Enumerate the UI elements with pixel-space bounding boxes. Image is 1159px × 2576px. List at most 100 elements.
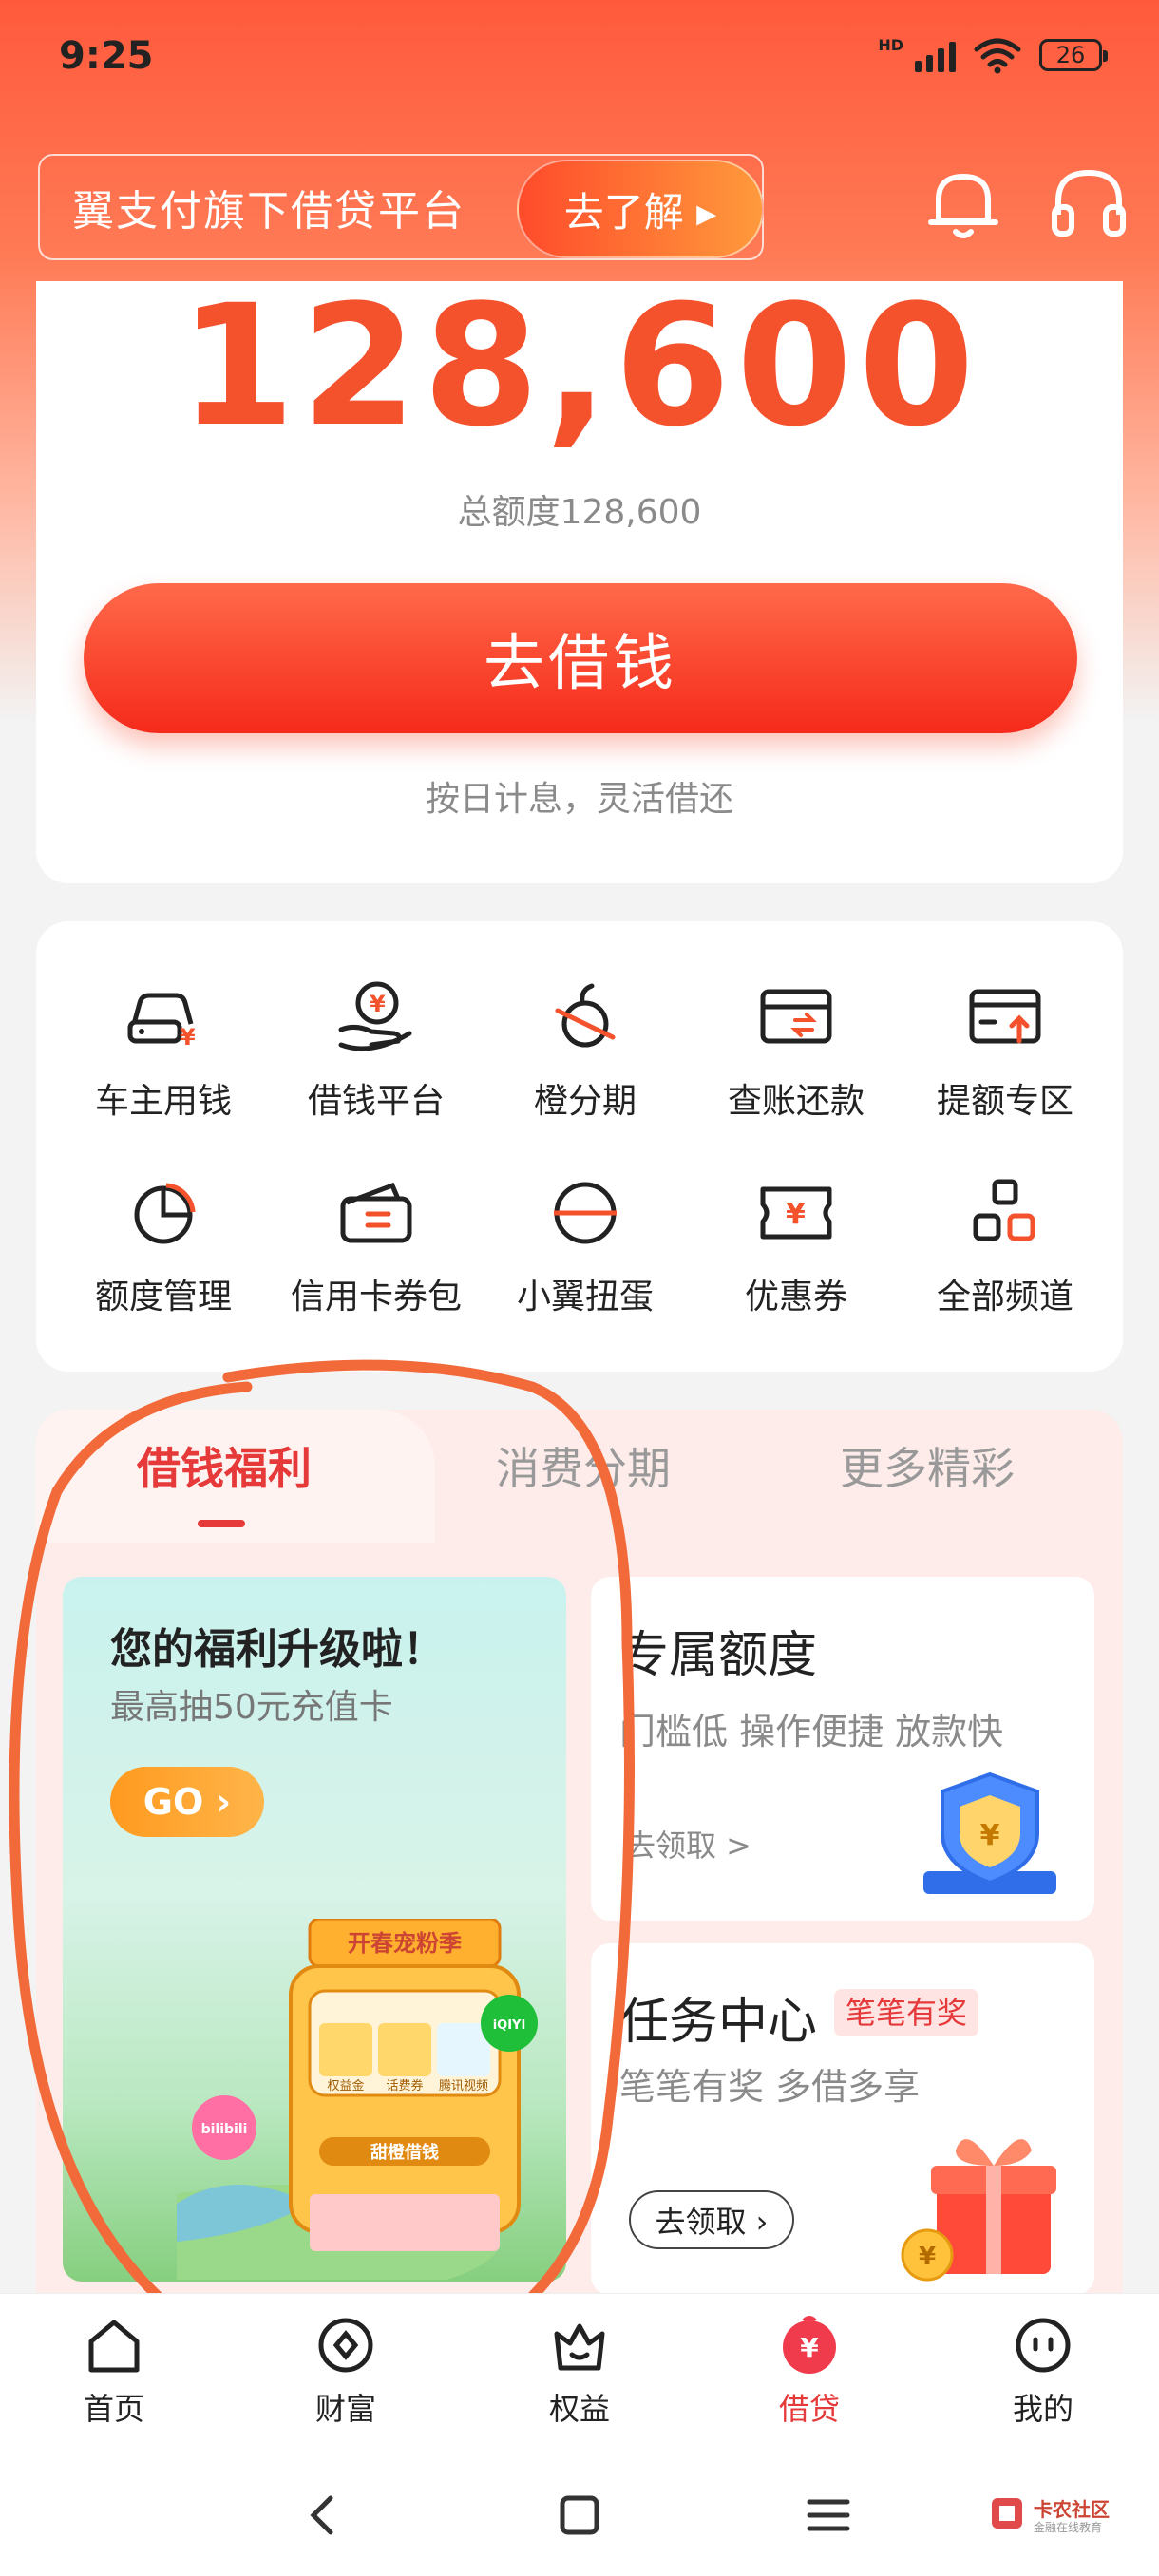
- service-label: 全部频道: [936, 1278, 1074, 1316]
- available-amount: 128,600: [179, 269, 980, 464]
- platform-promo-banner[interactable]: 翼支付旗下借贷平台 去了解 ▸: [38, 154, 764, 260]
- headset-icon[interactable]: [1045, 160, 1132, 247]
- car-money-icon: ¥: [127, 993, 196, 1051]
- nav-label: 我的: [1012, 2391, 1074, 2427]
- service-label: 优惠券: [744, 1278, 847, 1316]
- capsule-icon: [554, 1182, 617, 1244]
- service-label: 借钱平台: [307, 1082, 445, 1121]
- total-limit: 总额度128,600: [457, 493, 702, 532]
- svg-text:¥: ¥: [786, 1198, 806, 1231]
- service-label: 车主用钱: [94, 1082, 232, 1121]
- iqiyi-badge: iQIYI: [493, 2018, 526, 2033]
- welfare-promo-card[interactable]: 您的福利升级啦！ 最高抽50元充值卡 GO › 开春宠粉季 权益金 话费券 腾讯…: [63, 1577, 566, 2282]
- profile-icon: [1016, 2318, 1071, 2373]
- shield-icon: ¥: [923, 1771, 1056, 1894]
- orange-installment-icon: [555, 983, 616, 1048]
- nav-wealth[interactable]: 财富: [260, 2311, 431, 2429]
- go-button[interactable]: GO ›: [110, 1767, 264, 1837]
- service-label: 查账还款: [727, 1082, 864, 1121]
- service-label: 小翼扭蛋: [516, 1278, 654, 1316]
- status-icons: HD 26: [878, 36, 1108, 74]
- tab-underline: [198, 1520, 245, 1527]
- watermark-text: 卡农社区: [1034, 2498, 1110, 2521]
- signal-icon: [915, 38, 956, 72]
- task-badge: 笔笔有奖: [834, 1989, 979, 2036]
- claim-button[interactable]: 去领取 ›: [629, 2190, 794, 2249]
- service-label: 信用卡券包: [290, 1278, 462, 1316]
- nav-profile[interactable]: 我的: [958, 2311, 1129, 2429]
- recommend-section: 借钱福利 消费分期 更多精彩 您的福利升级啦！ 最高抽50元充值卡 GO › 开…: [36, 1410, 1123, 2295]
- network-type: HD: [878, 36, 903, 54]
- tab-borrow-welfare[interactable]: 借钱福利: [137, 1434, 312, 1497]
- bell-icon[interactable]: [920, 160, 1007, 247]
- learn-more-button[interactable]: 去了解 ▸: [517, 160, 764, 258]
- exclusive-limit-card[interactable]: 专属额度 门槛低 操作便捷 放款快 去领取 > ¥: [591, 1577, 1094, 1921]
- service-bill-repay[interactable]: 查账还款: [688, 975, 904, 1146]
- claim-link[interactable]: 去领取 >: [625, 1822, 751, 1866]
- service-label: 额度管理: [94, 1278, 232, 1316]
- svg-text:¥: ¥: [980, 1819, 1000, 1852]
- status-time: 9:25: [59, 34, 154, 78]
- menu-icon[interactable]: [800, 2487, 857, 2544]
- bilibili-badge: bilibili: [201, 2122, 248, 2137]
- welfare-title: 您的福利升级啦！: [110, 1625, 445, 1674]
- machine-brand: 甜橙借钱: [370, 2142, 439, 2163]
- machine-item: 权益金: [327, 2078, 364, 2093]
- status-bar: 9:25 HD 26: [0, 0, 1159, 114]
- tab-consumer-installment[interactable]: 消费分期: [496, 1434, 671, 1497]
- service-grid: ¥ 车主用钱 ¥ 借钱平台 橙分期 查账还款 提额专区 额度管理 信用卡券包 小…: [36, 921, 1123, 1372]
- system-navigation-bar: [0, 2454, 1159, 2576]
- coupon-icon: ¥: [760, 1186, 832, 1240]
- nav-label: 权益: [548, 2391, 610, 2427]
- service-label: 橙分期: [533, 1082, 636, 1121]
- nav-loan[interactable]: ¥ 借贷: [724, 2311, 895, 2429]
- task-center-card[interactable]: 任务中心 笔笔有奖 笔笔有奖 多借多享 去领取 › ¥: [591, 1943, 1094, 2295]
- borrow-note: 按日计息，灵活借还: [425, 780, 733, 819]
- service-limit-raise[interactable]: 提额专区: [897, 975, 1113, 1146]
- prize-machine-illustration: 开春宠粉季 权益金 话费券 腾讯视频 甜橙借钱 bilibili iQIYI: [177, 1919, 538, 2280]
- promo-text: 翼支付旗下借贷平台: [72, 187, 466, 236]
- limit-raise-icon: [969, 989, 1041, 1044]
- nav-benefits[interactable]: 权益: [494, 2311, 665, 2429]
- service-label: 提额专区: [936, 1082, 1074, 1121]
- home-icon: [88, 2320, 140, 2373]
- nav-home[interactable]: 首页: [28, 2311, 200, 2429]
- task-subtitle: 笔笔有奖 多借多享: [619, 2066, 921, 2108]
- task-title: 任务中心: [619, 1994, 818, 2051]
- machine-item: 话费券: [386, 2078, 423, 2093]
- back-icon[interactable]: [294, 2487, 352, 2544]
- gift-icon: ¥: [901, 2139, 1056, 2282]
- service-loan-platform[interactable]: ¥ 借钱平台: [268, 975, 484, 1146]
- machine-banner: 开春宠粉季: [348, 1930, 462, 1957]
- wifi-icon: [974, 38, 1021, 74]
- pie-chart-icon: [134, 1183, 196, 1244]
- wealth-icon: [318, 2318, 373, 2373]
- machine-item: 腾讯视频: [439, 2078, 488, 2093]
- service-card-wallet[interactable]: 信用卡券包: [268, 1170, 484, 1341]
- all-channels-icon: [973, 1179, 1036, 1241]
- benefits-icon: [554, 2323, 605, 2371]
- home-square-icon[interactable]: [551, 2487, 608, 2544]
- battery-icon: 26: [1039, 39, 1108, 71]
- exclusive-title: 专属额度: [619, 1627, 818, 1684]
- borrow-button[interactable]: 去借钱: [84, 583, 1077, 733]
- service-limit-management[interactable]: 额度管理: [55, 1170, 272, 1341]
- svg-text:¥: ¥: [180, 1024, 196, 1051]
- svg-text:¥: ¥: [919, 2243, 936, 2271]
- watermark: 卡农社区 金融在线教育: [988, 2494, 1130, 2542]
- watermark-logo-icon: [992, 2498, 1022, 2529]
- tab-more[interactable]: 更多精彩: [840, 1434, 1015, 1497]
- bill-repay-icon: [760, 989, 832, 1044]
- nav-label: 借贷: [778, 2391, 840, 2427]
- nav-label: 首页: [83, 2391, 144, 2427]
- service-coupon[interactable]: ¥ 优惠券: [688, 1170, 904, 1341]
- exclusive-subtitle: 门槛低 操作便捷 放款快: [619, 1711, 1004, 1752]
- bottom-navigation: 首页 财富 权益 ¥ 借贷 我的: [0, 2293, 1159, 2454]
- hand-coin-icon: ¥: [338, 981, 412, 1051]
- service-capsule[interactable]: 小翼扭蛋: [477, 1170, 694, 1341]
- service-orange-installment[interactable]: 橙分期: [477, 975, 694, 1146]
- service-car-money[interactable]: ¥ 车主用钱: [55, 975, 272, 1146]
- service-all-channels[interactable]: 全部频道: [897, 1170, 1113, 1341]
- welfare-subtitle: 最高抽50元充值卡: [110, 1688, 393, 1727]
- watermark-subtext: 金融在线教育: [1034, 2521, 1103, 2534]
